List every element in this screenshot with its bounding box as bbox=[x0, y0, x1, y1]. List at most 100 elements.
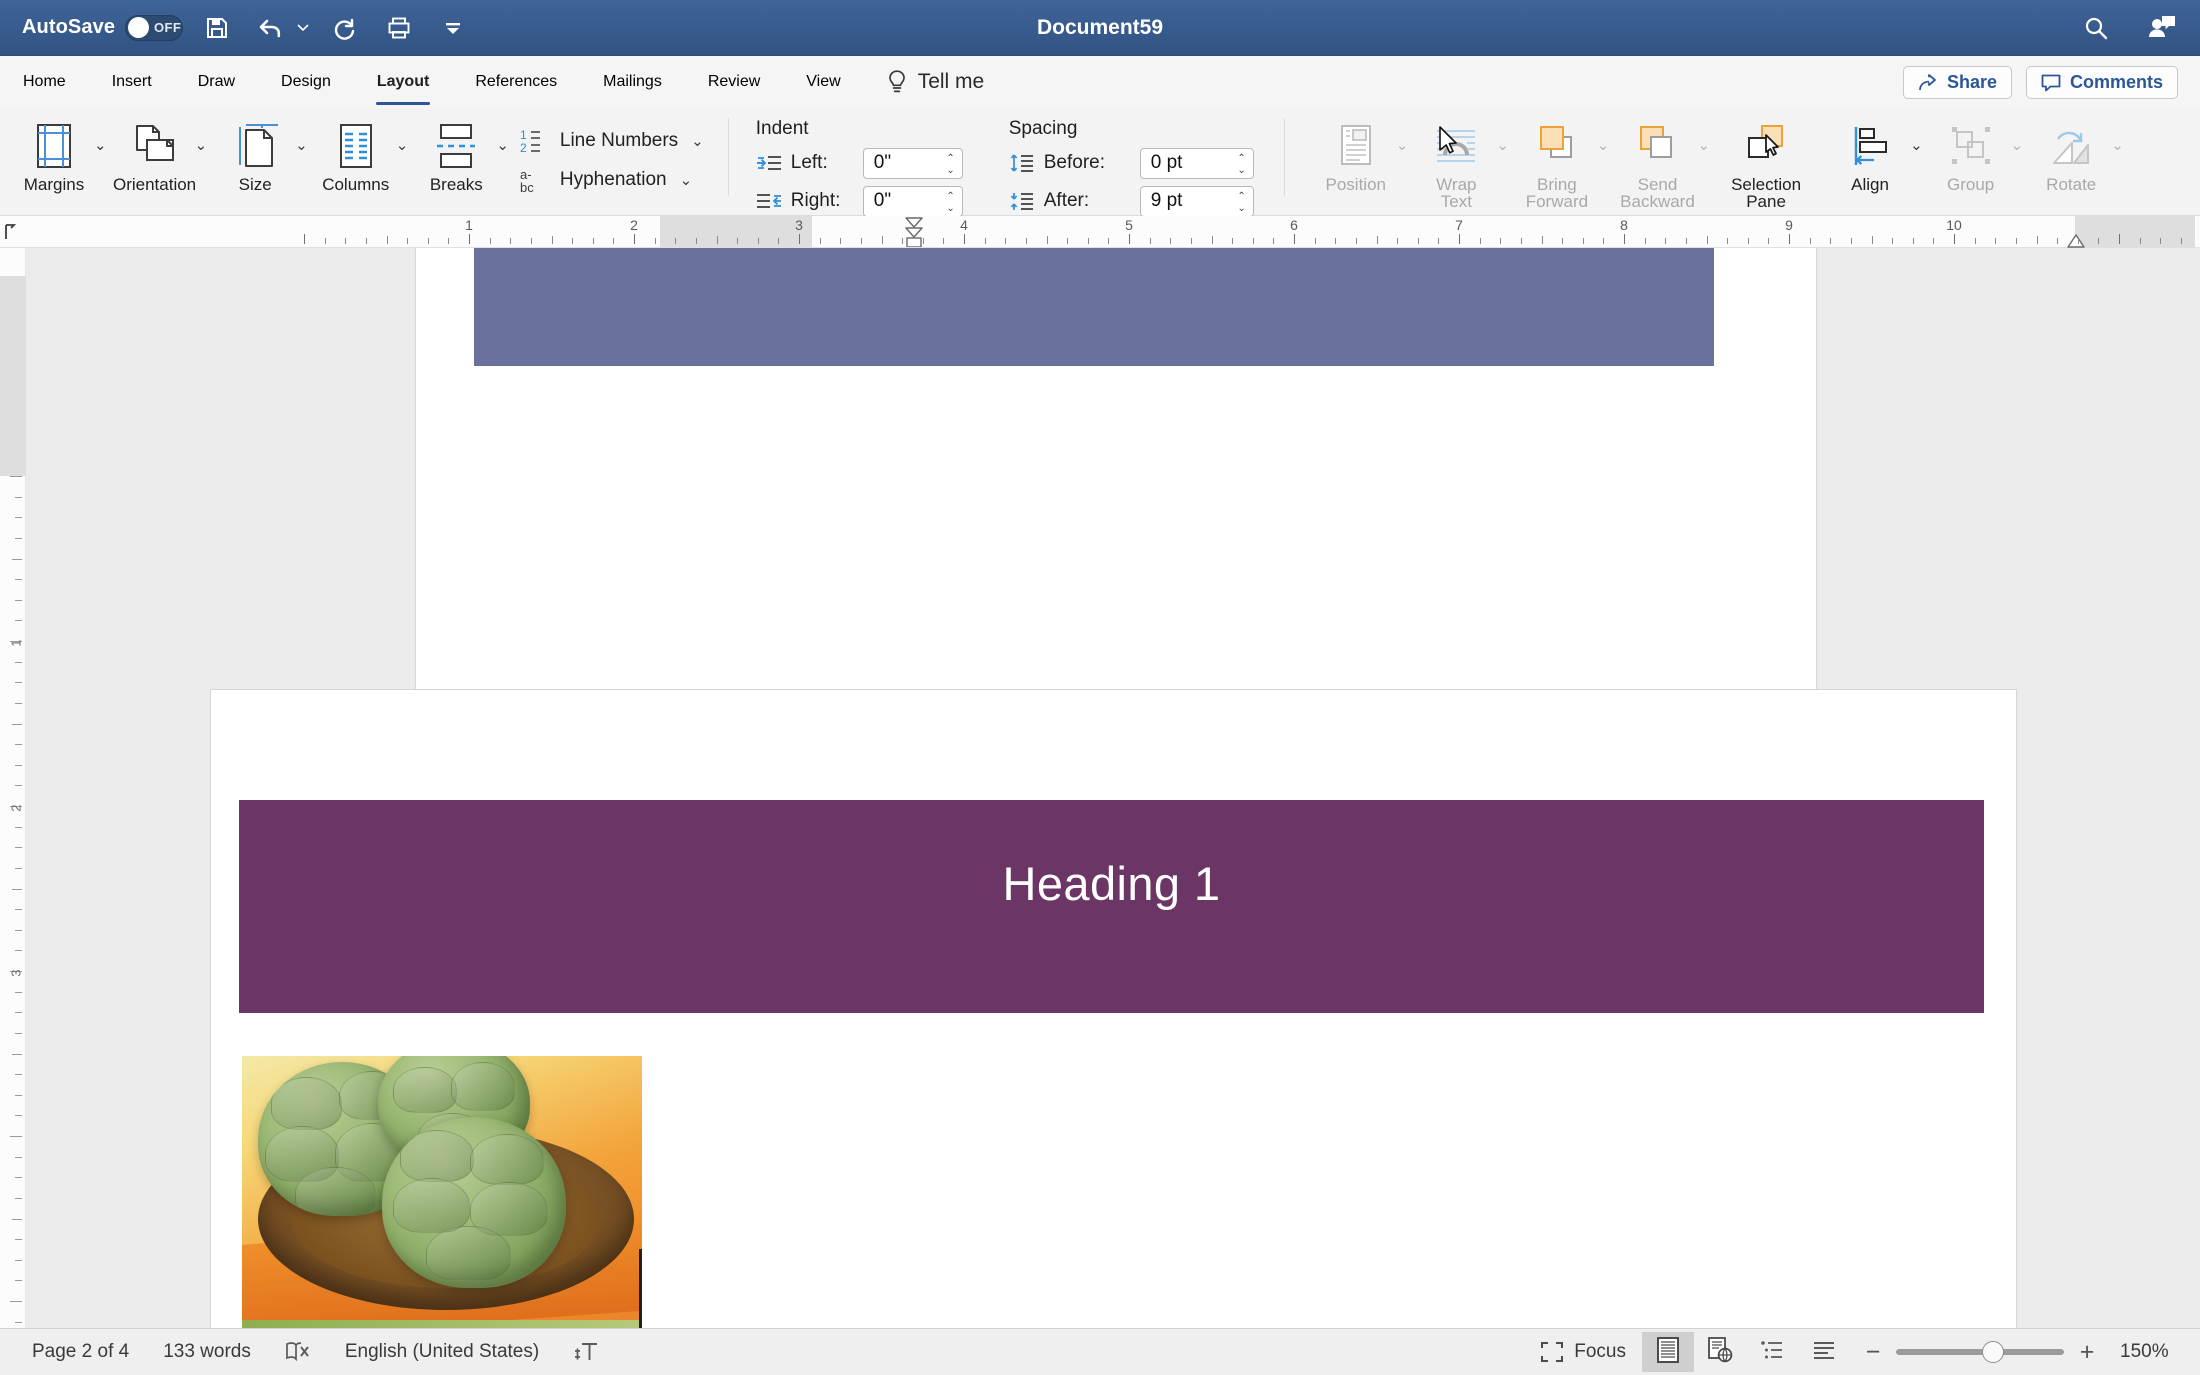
columns-button[interactable]: Columns bbox=[308, 108, 404, 212]
autosave-toggle[interactable]: OFF bbox=[125, 14, 184, 41]
undo-icon[interactable] bbox=[251, 8, 291, 48]
align-button[interactable]: Align bbox=[1822, 108, 1918, 212]
columns-icon bbox=[335, 118, 377, 174]
proofing-errors-icon[interactable] bbox=[285, 1340, 311, 1364]
position-button[interactable]: Position bbox=[1308, 108, 1404, 212]
position-icon bbox=[1336, 118, 1376, 174]
ruler-tick bbox=[1500, 238, 1502, 244]
print-layout-view-button[interactable] bbox=[1642, 1332, 1694, 1372]
document-canvas[interactable]: To get started right away, just tap any … bbox=[26, 248, 2200, 1328]
document-page-2[interactable]: Heading 1 bbox=[211, 690, 2016, 1328]
autosave-knob bbox=[128, 17, 150, 38]
track-changes-icon[interactable] bbox=[573, 1340, 599, 1364]
hyphenation-chevron-down-icon[interactable]: ⌄ bbox=[680, 171, 693, 189]
zoom-in-button[interactable]: + bbox=[2078, 1338, 2096, 1367]
tab-draw[interactable]: Draw bbox=[175, 56, 258, 108]
group-icon bbox=[1948, 118, 1994, 174]
heading-1-text[interactable]: Heading 1 bbox=[239, 856, 1984, 911]
comments-button[interactable]: Comments bbox=[2025, 66, 2178, 99]
zoom-slider-handle[interactable] bbox=[1982, 1341, 2004, 1363]
focus-icon bbox=[1540, 1341, 1564, 1363]
placeholder-paragraph[interactable]: To get started right away, just tap any … bbox=[638, 248, 1538, 250]
ruler-tick-vertical bbox=[15, 1280, 22, 1282]
size-label: Size bbox=[238, 175, 272, 194]
outline-view-button[interactable] bbox=[1746, 1332, 1798, 1372]
spacing-before-input[interactable]: 0 pt ⌃ ⌄ bbox=[1139, 147, 1254, 180]
zoom-out-button[interactable]: − bbox=[1864, 1338, 1882, 1367]
first-line-indent-marker[interactable] bbox=[904, 217, 924, 252]
ruler-tick-vertical bbox=[15, 599, 22, 601]
bring-forward-button[interactable]: Bring Forward bbox=[1509, 108, 1605, 212]
wrap-text-button[interactable]: Wrap Text bbox=[1408, 108, 1504, 212]
group-button[interactable]: Group bbox=[1923, 108, 2019, 212]
comment-icon bbox=[2041, 74, 2061, 92]
placeholder-text-box[interactable]: To get started right away, just tap any … bbox=[474, 248, 1714, 366]
heading-banner[interactable]: Heading 1 bbox=[239, 800, 1984, 1013]
ruler-number: 8 bbox=[1620, 217, 1628, 233]
print-icon[interactable] bbox=[379, 8, 419, 48]
ribbon-tabs: Home Insert Draw Design Layout Reference… bbox=[0, 56, 864, 108]
redo-icon[interactable] bbox=[325, 8, 365, 48]
line-numbers-chevron-down-icon[interactable]: ⌄ bbox=[691, 132, 704, 150]
selection-pane-button[interactable]: Selection Pane bbox=[1710, 108, 1822, 212]
indent-right-stepper[interactable]: ⌃ ⌄ bbox=[946, 187, 954, 218]
line-numbers-button[interactable]: 12 Line Numbers ⌄ bbox=[519, 124, 704, 158]
send-backward-button[interactable]: Send Backward bbox=[1609, 108, 1705, 212]
tab-insert[interactable]: Insert bbox=[89, 56, 175, 108]
tab-stop-selector-icon[interactable] bbox=[2, 222, 20, 242]
tab-label: Design bbox=[281, 73, 331, 90]
size-button[interactable]: Size bbox=[207, 108, 303, 212]
ruler-tick bbox=[799, 234, 800, 244]
tab-layout[interactable]: Layout bbox=[354, 56, 452, 108]
page-indicator[interactable]: Page 2 of 4 bbox=[32, 1341, 129, 1363]
indent-left-input[interactable]: 0" ⌃ ⌄ bbox=[862, 147, 963, 180]
spacing-before-stepper[interactable]: ⌃ ⌄ bbox=[1237, 149, 1245, 180]
indent-right-input[interactable]: 0" ⌃ ⌄ bbox=[862, 185, 963, 218]
ruler-tick-vertical bbox=[15, 682, 22, 684]
breaks-button[interactable]: Breaks bbox=[408, 108, 504, 212]
user-comment-icon[interactable] bbox=[2142, 8, 2182, 48]
language-indicator[interactable]: English (United States) bbox=[345, 1341, 539, 1363]
undo-dropdown-icon[interactable] bbox=[295, 8, 311, 48]
document-image-artichokes[interactable] bbox=[242, 1056, 642, 1328]
share-label: Share bbox=[1946, 72, 1997, 92]
search-icon[interactable] bbox=[2076, 8, 2116, 48]
spacing-after-stepper[interactable]: ⌃ ⌄ bbox=[1237, 187, 1245, 218]
ruler-tick bbox=[345, 238, 347, 244]
margins-button[interactable]: Margins bbox=[6, 108, 102, 212]
ruler-number-vertical: 1 bbox=[8, 639, 24, 647]
hyphenation-button[interactable]: a-bc Hyphenation ⌄ bbox=[519, 163, 704, 197]
indent-left-stepper[interactable]: ⌃ ⌄ bbox=[946, 149, 954, 180]
tab-mailings[interactable]: Mailings bbox=[580, 56, 685, 108]
rotate-button[interactable]: Rotate bbox=[2023, 108, 2119, 212]
zoom-level-label[interactable]: 150% bbox=[2120, 1341, 2180, 1363]
tab-view[interactable]: View bbox=[783, 56, 863, 108]
orientation-button[interactable]: Orientation bbox=[107, 108, 203, 212]
web-layout-view-button[interactable] bbox=[1694, 1332, 1746, 1372]
spacing-before-icon bbox=[1009, 152, 1035, 174]
tab-review[interactable]: Review bbox=[685, 56, 783, 108]
draft-view-button[interactable] bbox=[1798, 1332, 1850, 1372]
word-count[interactable]: 133 words bbox=[163, 1341, 251, 1363]
ruler-number: 4 bbox=[960, 217, 968, 233]
spacing-after-input[interactable]: 9 pt ⌃ ⌄ bbox=[1139, 185, 1254, 218]
word-application-window: AutoSave OFF Document59 Home Insert Draw… bbox=[0, 0, 2200, 1375]
ruler-tick bbox=[1190, 238, 1192, 244]
save-icon[interactable] bbox=[197, 8, 237, 48]
tab-home[interactable]: Home bbox=[0, 56, 89, 108]
horizontal-ruler[interactable]: 1 2 3 4 5 6 7 8 9 10 bbox=[0, 216, 2200, 248]
share-button[interactable]: Share bbox=[1902, 66, 2012, 99]
customize-quick-access-icon[interactable] bbox=[433, 8, 473, 48]
tab-references[interactable]: References bbox=[452, 56, 580, 108]
focus-mode-button[interactable]: Focus bbox=[1534, 1341, 1642, 1363]
position-label: Position bbox=[1325, 175, 1386, 194]
svg-text:1: 1 bbox=[520, 128, 527, 142]
zoom-control[interactable]: − + 150% bbox=[1864, 1338, 2180, 1367]
vertical-ruler[interactable]: 1 2 3 bbox=[0, 248, 26, 1328]
tell-me-search[interactable]: Tell me bbox=[864, 69, 984, 95]
quick-access-toolbar: AutoSave OFF bbox=[0, 8, 473, 48]
zoom-slider[interactable] bbox=[1896, 1341, 2064, 1363]
tab-design[interactable]: Design bbox=[258, 56, 354, 108]
bring-forward-label: Bring Forward bbox=[1525, 175, 1589, 211]
spacing-group-title: Spacing bbox=[1008, 118, 1078, 139]
